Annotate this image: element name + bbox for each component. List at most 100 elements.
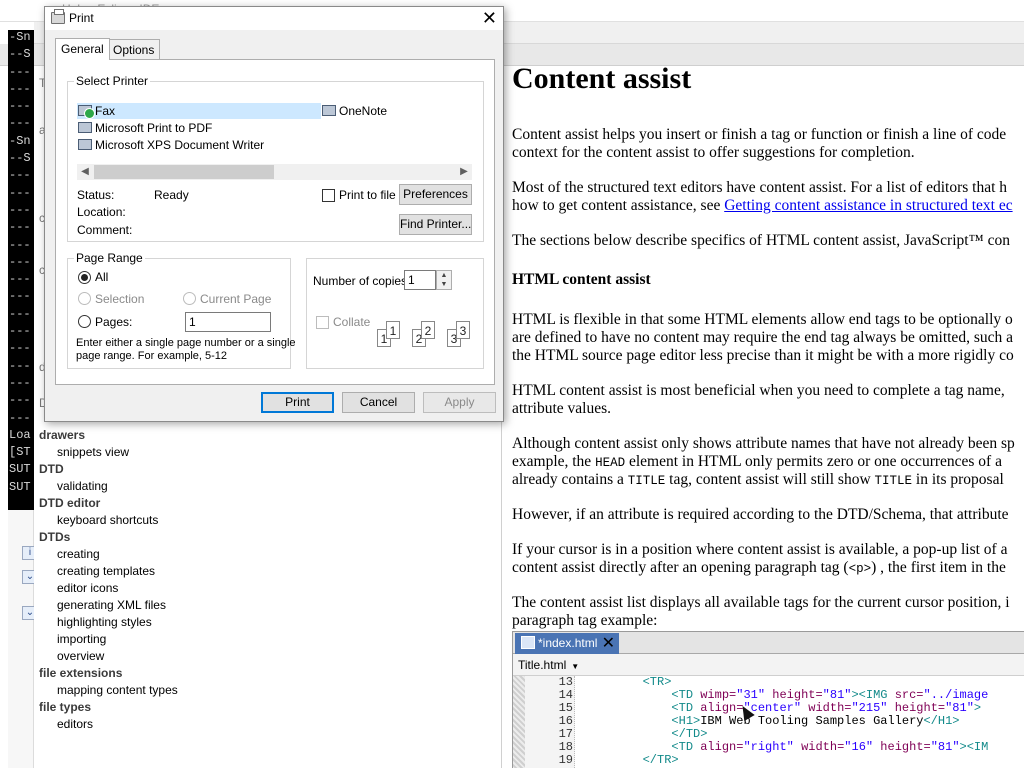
pages-input[interactable]: [185, 312, 271, 332]
tab-general[interactable]: General: [55, 38, 110, 60]
index-entry[interactable]: highlighting styles: [57, 615, 152, 629]
paragraph: HTML content assist is most beneficial w…: [512, 382, 1005, 399]
index-entry[interactable]: editor icons: [57, 581, 118, 595]
page-title: Content assist: [512, 66, 692, 95]
code-token: "215": [851, 701, 888, 715]
console-line: ---: [9, 375, 31, 390]
console-line: -Sn: [9, 30, 31, 44]
collate-label: Collate: [333, 315, 371, 329]
index-entry[interactable]: mapping content types: [57, 683, 178, 697]
printer-list-scrollbar[interactable]: ◀ ▶: [77, 164, 472, 180]
printer-xps[interactable]: Microsoft XPS Document Writer: [77, 137, 264, 153]
print-to-file-checkbox[interactable]: [322, 189, 335, 202]
index-heading[interactable]: drawers: [39, 428, 85, 442]
breadcrumb-label: Title.html: [518, 658, 567, 672]
location-label: Location:: [77, 205, 126, 219]
code-token: align=: [700, 740, 744, 754]
chevron-down-icon[interactable]: ▼: [437, 280, 451, 289]
preferences-button[interactable]: Preferences: [399, 184, 472, 205]
collate-checkbox[interactable]: [316, 316, 329, 329]
code-token: src=: [894, 688, 924, 702]
index-heading[interactable]: file types: [39, 700, 91, 714]
chevron-up-icon[interactable]: ▲: [437, 271, 451, 280]
find-printer-button[interactable]: Find Printer...: [399, 214, 472, 235]
printer-icon: [51, 9, 65, 24]
console-line: ---: [9, 341, 31, 356]
chevron-right-icon[interactable]: ▶: [456, 164, 472, 180]
console-line: ---: [9, 168, 31, 183]
code-token: width=: [793, 740, 845, 754]
group-label: Select Printer: [74, 74, 151, 88]
pages-radio[interactable]: [78, 315, 91, 328]
console-view[interactable]: -Sn --S --- --- --- --- -Sn --S --- --- --- --- --- -…: [8, 30, 34, 510]
code-token: "81": [822, 688, 852, 702]
index-heading[interactable]: DTD editor: [39, 496, 100, 510]
index-entry[interactable]: snippets view: [57, 445, 129, 459]
page-range-group: Page Range All Selection Current Page Pa…: [67, 251, 296, 369]
code-token: "81": [930, 740, 960, 754]
index-entry[interactable]: overview: [57, 649, 104, 663]
current-page-label: Current Page: [200, 292, 272, 306]
apply-button[interactable]: Apply: [423, 392, 496, 413]
console-line: SUT: [9, 479, 31, 494]
code-token: <TR>: [642, 675, 672, 689]
console-line: --S: [9, 47, 31, 62]
index-entry[interactable]: validating: [57, 479, 108, 493]
copies-stepper[interactable]: ▲ ▼: [436, 270, 452, 290]
printer-fax[interactable]: Fax: [77, 103, 321, 119]
print-button[interactable]: Print: [261, 392, 334, 413]
paragraph: Most of the structured text editors have…: [512, 179, 1008, 196]
index-heading[interactable]: DTDs: [39, 530, 70, 544]
selection-label: Selection: [95, 292, 145, 306]
scrollbar-thumb[interactable]: [94, 165, 274, 179]
console-line: ---: [9, 358, 31, 373]
selection-radio[interactable]: [78, 292, 91, 305]
console-line: [ST: [9, 445, 31, 460]
printer-onenote[interactable]: OneNote: [321, 103, 387, 119]
console-line: ---: [9, 99, 31, 114]
printer-icon: [322, 105, 336, 116]
index-entry[interactable]: editors: [57, 717, 93, 731]
breadcrumb[interactable]: Title.html ▼: [513, 654, 1024, 676]
console-line: Loa: [9, 427, 31, 442]
dialog-titlebar: Print ✕: [45, 7, 503, 30]
print-dialog: Print ✕ General Options Select Printer F…: [44, 6, 504, 422]
code-token: >: [973, 701, 982, 715]
content-assist-link[interactable]: Getting content assistance in structured…: [724, 197, 1012, 214]
console-line: ---: [9, 272, 31, 287]
code-token: ><IMG: [851, 688, 895, 702]
chevron-left-icon[interactable]: ◀: [77, 164, 93, 180]
index-heading[interactable]: file extensions: [39, 666, 122, 680]
paragraph: If your cursor is in a position where co…: [512, 541, 1008, 558]
code-token: </TR>: [642, 753, 679, 767]
paragraph: context for the content assist to offer …: [512, 144, 915, 161]
code-token: ><IM: [959, 740, 989, 754]
code-editor[interactable]: 13 <TR> 14 <TD wimp="31" height="81"><IMG…: [513, 676, 1024, 768]
tab-options[interactable]: Options: [107, 39, 161, 60]
code-token: IBM Web Tooling Samples Gallery: [700, 714, 924, 728]
index-entry[interactable]: importing: [57, 632, 106, 646]
printer-pdf[interactable]: Microsoft Print to PDF: [77, 120, 212, 136]
paragraph: the HTML source page editor less precise…: [512, 347, 1014, 364]
index-heading[interactable]: DTD: [39, 462, 64, 476]
code-token: </TD>: [671, 727, 708, 741]
close-icon[interactable]: ✕: [602, 633, 615, 653]
index-entry[interactable]: generating XML files: [57, 598, 166, 612]
code-token: "81": [945, 701, 974, 715]
close-icon[interactable]: ✕: [482, 8, 497, 29]
index-entry[interactable]: creating templates: [57, 564, 155, 578]
cancel-button[interactable]: Cancel: [342, 392, 415, 413]
index-entry[interactable]: keyboard shortcuts: [57, 513, 158, 527]
current-page-radio[interactable]: [183, 292, 196, 305]
editor-tab[interactable]: *index.html ✕: [515, 633, 619, 654]
paragraph: Although content assist only shows attri…: [512, 435, 1015, 452]
printer-icon: [78, 139, 92, 150]
chevron-down-icon[interactable]: ▼: [571, 662, 579, 671]
all-label: All: [95, 270, 109, 284]
index-entry[interactable]: creating: [57, 547, 100, 561]
all-radio[interactable]: [78, 271, 91, 284]
copies-input[interactable]: [404, 270, 436, 290]
